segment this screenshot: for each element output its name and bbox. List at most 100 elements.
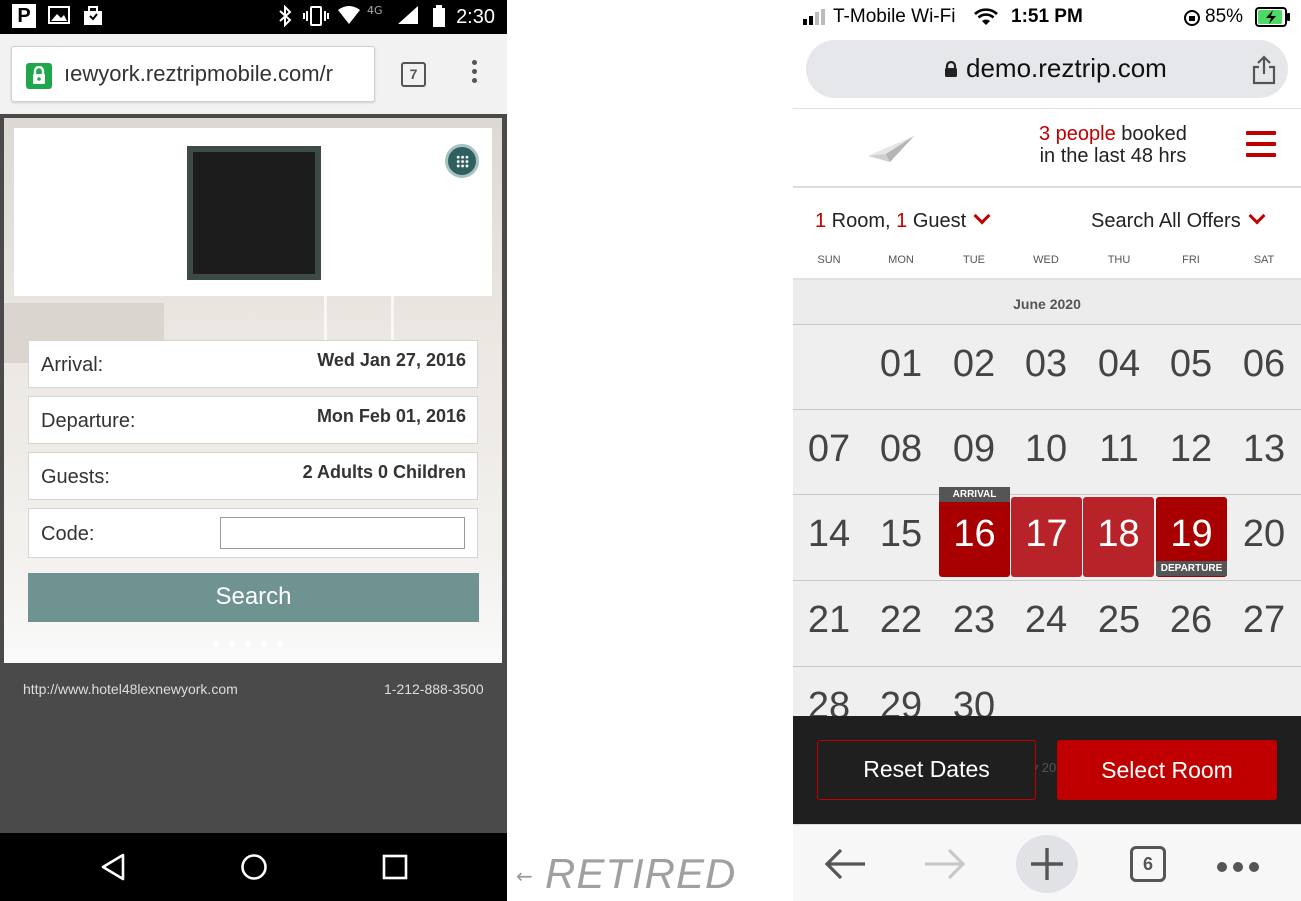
- footer-website-link[interactable]: http://www.hotel48lexnewyork.com: [23, 681, 238, 697]
- arrival-value: Wed Jan 27, 2016: [317, 350, 466, 370]
- address-bar[interactable]: demo.reztrip.com: [806, 40, 1288, 98]
- calendar-day[interactable]: 15: [865, 513, 937, 556]
- calendar-day[interactable]: 13: [1228, 428, 1300, 471]
- wifi-icon: [974, 8, 998, 31]
- calendar-day[interactable]: 25: [1083, 599, 1155, 642]
- home-icon[interactable]: [240, 853, 268, 886]
- calendar-day[interactable]: 06: [1228, 343, 1300, 386]
- code-field: Code:: [28, 508, 478, 558]
- calendar-day[interactable]: 10: [1010, 428, 1082, 471]
- guests-field[interactable]: Guests: 2 Adults 0 Children: [28, 452, 478, 500]
- lock-icon: [944, 60, 958, 83]
- parking-app-icon: P: [12, 4, 36, 28]
- android-nav-bar: [0, 833, 507, 901]
- rotation-lock-icon: [1183, 9, 1201, 32]
- guests-count: 1: [896, 210, 908, 232]
- tab-switcher-button[interactable]: 7: [401, 62, 426, 87]
- carousel-dots: [213, 634, 293, 647]
- weekday-label: SAT: [1253, 254, 1275, 266]
- calendar-day[interactable]: 27: [1228, 599, 1300, 642]
- forward-arrow-icon[interactable]: [923, 847, 967, 886]
- calendar-day[interactable]: 26: [1155, 599, 1227, 642]
- ios-phone-screenshot: T-Mobile Wi-Fi 1:51 PM 85% demo.reztrip.…: [793, 0, 1301, 901]
- booked-suffix: booked: [1115, 123, 1187, 145]
- tab-switcher-button[interactable]: 6: [1130, 846, 1166, 882]
- footer-phone-link[interactable]: 1-212-888-3500: [384, 681, 484, 697]
- offers-label: Search All Offers: [1091, 210, 1241, 232]
- calendar-day[interactable]: 22: [865, 599, 937, 642]
- weekday-label: WED: [1033, 254, 1059, 266]
- search-filters: 1 Room, 1 Guest Search All Offers: [793, 200, 1301, 244]
- battery-icon: [1255, 7, 1291, 32]
- rooms-guests-dropdown[interactable]: 1 Room, 1 Guest: [815, 207, 991, 233]
- url-bar[interactable]: ıewyork.reztripmobile.com/r: [11, 46, 375, 102]
- departure-tag: DEPARTURE: [1156, 561, 1227, 576]
- battery-icon: [432, 5, 446, 29]
- arrival-label: Arrival:: [41, 354, 104, 376]
- promo-code-input[interactable]: [220, 517, 465, 549]
- calendar-week: 01 02 03 04 05 06: [793, 324, 1301, 410]
- calendar-day[interactable]: 24: [1010, 599, 1082, 642]
- weekday-label: SUN: [817, 254, 841, 266]
- offers-dropdown[interactable]: Search All Offers: [1091, 207, 1266, 233]
- calendar-day[interactable]: 01: [865, 343, 937, 386]
- select-room-button[interactable]: Select Room: [1057, 740, 1277, 800]
- calendar-day[interactable]: 04: [1083, 343, 1155, 386]
- arrival-date-cell[interactable]: ARRIVAL 16: [939, 487, 1010, 577]
- more-menu-icon[interactable]: [1217, 859, 1265, 877]
- retired-arrow-icon: ←: [516, 864, 533, 888]
- back-arrow-icon[interactable]: [823, 847, 867, 886]
- guests-label: Guests:: [41, 466, 110, 488]
- calendar-day[interactable]: 09: [938, 428, 1010, 471]
- social-proof-message: 3 people booked in the last 48 hrs: [1039, 123, 1187, 167]
- weekday-label: FRI: [1182, 254, 1200, 266]
- booked-count: 3 people: [1039, 123, 1116, 145]
- month-label: June 2020: [1013, 296, 1081, 312]
- calendar-day[interactable]: 03: [1010, 343, 1082, 386]
- paper-plane-logo[interactable]: [868, 134, 916, 169]
- reset-dates-button[interactable]: Reset Dates: [817, 740, 1036, 800]
- action-bar: July 20 Reset Dates Select Room: [793, 716, 1301, 824]
- weekday-header: SUN MON TUE WED THU FRI SAT: [793, 254, 1301, 276]
- selected-date-cell[interactable]: 18: [1083, 497, 1154, 577]
- hotel-booking-page: Arrival: Wed Jan 27, 2016 Departure: Mon…: [0, 114, 507, 833]
- overflow-menu-icon[interactable]: [470, 60, 478, 90]
- calendar-week: 14 15 ARRIVAL 16 17 18 19 DEPARTURE 20: [793, 487, 1301, 580]
- calendar-day[interactable]: 12: [1155, 428, 1227, 471]
- bluetooth-icon: [278, 4, 292, 29]
- calendar-day[interactable]: 20: [1228, 513, 1300, 556]
- chevron-down-icon: [973, 207, 991, 225]
- logo-card: [14, 128, 492, 296]
- hotel-logo: [187, 146, 321, 280]
- calendar-day[interactable]: 08: [865, 428, 937, 471]
- calendar-day[interactable]: 14: [793, 513, 865, 556]
- calendar-day[interactable]: 05: [1155, 343, 1227, 386]
- android-phone-screenshot: P 4G 2:30 ıewyork.reztripmobile.com/r 7 …: [0, 0, 507, 901]
- calendar-day[interactable]: 23: [938, 599, 1010, 642]
- calendar-day: 16: [953, 513, 996, 555]
- calendar-day[interactable]: 11: [1083, 428, 1155, 471]
- image-notification-icon: [48, 5, 70, 29]
- departure-date-cell[interactable]: 19 DEPARTURE: [1156, 497, 1227, 577]
- new-tab-button[interactable]: [1016, 835, 1078, 893]
- selected-date-cell[interactable]: 17: [1011, 497, 1082, 577]
- carrier-name: T-Mobile Wi-Fi: [833, 6, 956, 27]
- departure-field[interactable]: Departure: Mon Feb 01, 2016: [28, 396, 478, 444]
- search-button[interactable]: Search: [28, 573, 479, 622]
- hamburger-menu-icon[interactable]: [1246, 131, 1276, 164]
- arrival-tag: ARRIVAL: [939, 487, 1010, 502]
- arrival-field[interactable]: Arrival: Wed Jan 27, 2016: [28, 340, 478, 388]
- signal-icon: [396, 5, 420, 29]
- calendar-day[interactable]: 07: [793, 428, 865, 471]
- calendar-day[interactable]: 02: [938, 343, 1010, 386]
- rooms-count: 1: [815, 210, 827, 232]
- site-header: 3 people booked in the last 48 hrs: [793, 108, 1301, 188]
- chevron-down-icon: [1248, 207, 1266, 225]
- background-window-shape: [324, 288, 394, 348]
- share-icon[interactable]: [1251, 55, 1277, 90]
- calendar-day[interactable]: 21: [793, 599, 865, 642]
- status-time: 1:51 PM: [1011, 6, 1083, 27]
- grid-menu-button[interactable]: [445, 144, 479, 178]
- recents-icon[interactable]: [382, 854, 408, 885]
- back-icon[interactable]: [100, 853, 126, 886]
